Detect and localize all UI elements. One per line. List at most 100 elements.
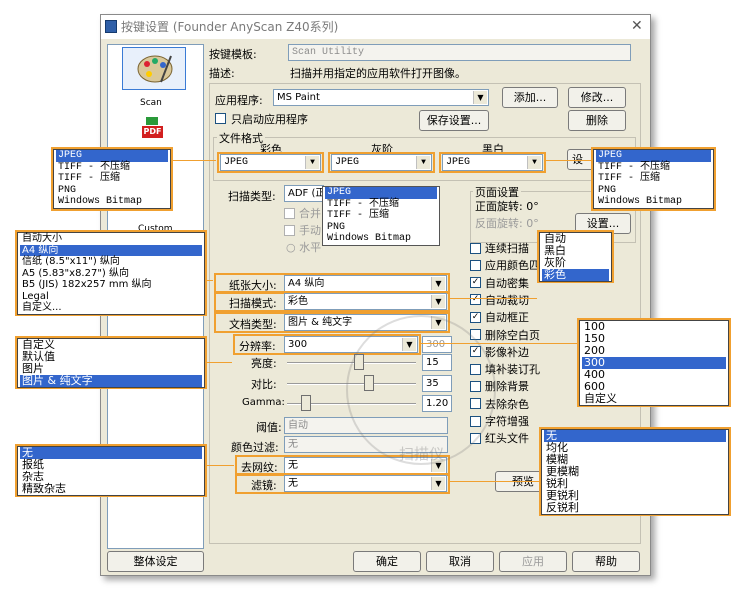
paper-size-option[interactable]: Legal [20,291,202,303]
scan-mode-popup[interactable]: 自动 黑白 灰阶 彩色 [539,232,612,282]
option-row[interactable]: 填补装订孔 [470,361,540,377]
apply-button[interactable]: 应用 [499,551,567,572]
contrast-slider[interactable] [364,375,375,391]
option-checkbox[interactable]: ✓ [470,277,481,289]
resolution-popup[interactable]: 100 150 200 300 400 600 自定义 [579,320,729,406]
contrast-value[interactable]: 35 [422,375,452,392]
color-filter-select[interactable]: 无 [284,436,448,453]
option-row[interactable]: 字符增强 [470,413,529,429]
option-checkbox[interactable] [470,415,481,427]
close-icon[interactable]: ✕ [631,16,643,36]
horizontal-radio[interactable]: ○ 水平 [286,239,321,255]
color-format-option[interactable]: TIFF - 压缩 [56,173,168,185]
paper-size-option[interactable]: A5 (5.83"x8.27") 纵向 [20,268,202,280]
resolution-select[interactable]: 300 ▼ [284,336,418,353]
modify-app-button[interactable]: 修改... [568,87,626,108]
scan-type-select[interactable]: ADF (正 [284,185,324,202]
filter-popup[interactable]: 无均化 模糊 更模糊 锐利 更锐利 反锐利 [541,429,729,515]
paper-size-option[interactable]: B5 (JIS) 182x257 mm 纵向 [20,279,202,291]
option-row[interactable]: 应用颜色匹 [470,257,540,273]
paper-size-option[interactable]: 信纸 (8.5"x11") 纵向 [20,256,202,268]
gray-format-option[interactable]: PNG [325,222,437,234]
brightness-slider[interactable] [353,354,364,370]
option-checkbox[interactable]: ✓ [470,346,481,358]
paper-size-popup[interactable]: 自动大小 A4 纵向 信纸 (8.5"x11") 纵向 A5 (5.83"x8.27"… [17,232,205,315]
filter-option[interactable]: 反锐利 [544,502,726,514]
option-row[interactable]: 红头文件 [470,430,529,446]
option-checkbox[interactable] [470,432,481,444]
color-format-select[interactable]: JPEG ▼ [220,154,321,171]
option-row[interactable]: 连续扫描 [470,240,529,256]
descreen-popup[interactable]: 无报纸 杂志 精致杂志 [17,446,205,496]
scan-template-item[interactable] [122,47,186,90]
bw-format-option[interactable]: TIFF - 压缩 [596,173,711,185]
color-format-popup[interactable]: JPEG TIFF - 不压缩 TIFF - 压缩 PNG Windows Bitmap [53,149,171,209]
descreen-option[interactable]: 报纸 [20,459,202,471]
gamma-value[interactable]: 1.20 [422,395,452,412]
ok-button[interactable]: 确定 [353,551,421,572]
delete-app-button[interactable]: 删除 [568,110,626,131]
option-row[interactable]: ✓ 自动密集 [470,275,529,291]
template-field[interactable]: Scan Utility [288,44,631,61]
option-checkbox[interactable] [470,398,481,410]
threshold-field[interactable]: 自动 [284,417,448,434]
resolution-spin[interactable]: 300 [422,336,452,353]
option-row[interactable]: ✓ 自动裁切 [470,292,529,308]
option-checkbox[interactable] [470,380,481,392]
color-format-option[interactable]: Windows Bitmap [56,196,168,208]
descreen-select[interactable]: 无 ▼ [284,457,447,474]
app-select[interactable]: MS Paint ▼ [273,89,489,106]
filter-option[interactable]: 均化 [544,442,726,454]
manual-checkbox[interactable] [284,225,295,236]
descreen-option[interactable]: 无 [20,447,202,459]
doc-type-select[interactable]: 图片 & 纯文字 ▼ [284,314,447,331]
scan-mode-option[interactable]: 彩色 [542,269,609,281]
paper-size-option[interactable]: A4 纵向 [20,244,202,256]
color-format-option[interactable]: TIFF - 不压缩 [56,162,168,174]
gray-format-select[interactable]: JPEG ▼ [331,154,432,171]
gray-format-option[interactable]: JPEG [325,187,437,199]
doc-type-popup[interactable]: 自定义 默认值 图片 图片 & 纯文字 [17,338,205,388]
gray-format-option[interactable]: TIFF - 不压缩 [325,199,437,211]
gray-format-option[interactable]: TIFF - 压缩 [325,210,437,222]
option-row[interactable]: 删除空白页 [470,327,540,343]
option-checkbox[interactable] [470,242,481,254]
option-checkbox[interactable] [470,363,481,375]
option-checkbox[interactable]: ✓ [470,311,481,323]
paper-size-option[interactable]: 自定义... [20,302,202,314]
descreen-option[interactable]: 精致杂志 [20,483,202,495]
resolution-option[interactable]: 自定义 [582,393,726,405]
gray-format-option[interactable]: Windows Bitmap [325,233,437,245]
doc-type-option[interactable]: 默认值 [20,351,202,363]
bw-format-option[interactable]: Windows Bitmap [596,196,711,208]
option-row[interactable]: 删除背景 [470,378,529,394]
option-row[interactable]: ✓ 影像补边 [470,344,529,360]
filter-option[interactable]: 无 [544,430,726,442]
option-checkbox[interactable] [470,259,481,271]
bw-format-option[interactable]: TIFF - 不压缩 [596,162,711,174]
color-format-option[interactable]: JPEG [56,150,168,162]
brightness-value[interactable]: 15 [422,354,452,371]
paper-size-select[interactable]: A4 纵向 ▼ [284,275,447,292]
option-checkbox[interactable]: ✓ [470,294,481,306]
scan-mode-select[interactable]: 彩色 ▼ [284,293,447,310]
option-checkbox[interactable] [470,329,481,340]
bw-format-option[interactable]: PNG [596,185,711,197]
option-row[interactable]: ✓ 自动框正 [470,309,529,325]
gray-format-popup[interactable]: JPEG TIFF - 不压缩 TIFF - 压缩 PNG Windows Bitmap [322,186,440,246]
filter-option[interactable]: 更模糊 [544,466,726,478]
all-settings-button[interactable]: 整体设定 [107,551,204,572]
save-settings-button[interactable]: 保存设置... [419,110,489,131]
gamma-slider[interactable] [301,395,312,411]
merge-checkbox[interactable] [284,208,295,219]
bw-format-option[interactable]: JPEG [596,150,711,162]
bw-format-select[interactable]: JPEG ▼ [442,154,543,171]
color-format-option[interactable]: PNG [56,185,168,197]
add-app-button[interactable]: 添加... [502,87,558,108]
filter-select[interactable]: 无 ▼ [284,475,447,492]
bw-format-popup[interactable]: JPEG TIFF - 不压缩 TIFF - 压缩 PNG Windows Bitmap [593,149,714,209]
cancel-button[interactable]: 取消 [426,551,494,572]
option-row[interactable]: 去除杂色 [470,396,529,412]
doc-type-option[interactable]: 图片 & 纯文字 [20,375,202,387]
paper-size-option[interactable]: 自动大小 [20,233,202,245]
